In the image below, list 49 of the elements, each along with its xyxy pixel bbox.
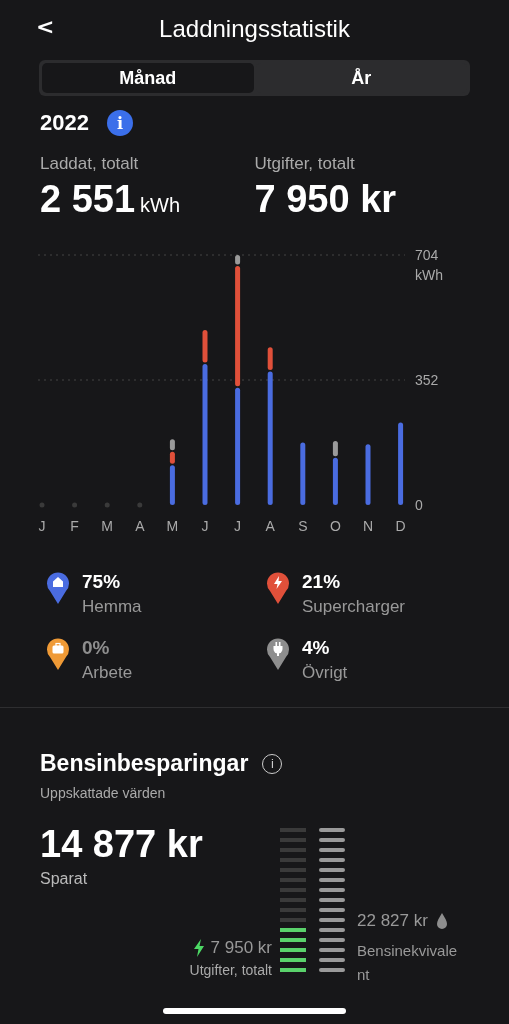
- month-label: M: [101, 518, 114, 534]
- fuel-value: 22 827 kr: [357, 911, 428, 931]
- axis-tick-label: 704: [415, 247, 439, 263]
- legend-label: Hemma: [82, 597, 142, 617]
- legend-label: Övrigt: [302, 663, 348, 683]
- info-button[interactable]: i: [106, 110, 133, 136]
- legend-label: Arbete: [82, 663, 133, 683]
- month-label: J: [234, 518, 242, 534]
- cost-value: 7 950 kr: [210, 938, 272, 958]
- empty-bar-dot: [137, 502, 143, 508]
- month-label: N: [362, 518, 374, 534]
- month-label: J: [38, 518, 46, 534]
- fuel-label: Bensinekvivalent: [357, 941, 459, 985]
- cost-label: Utgifter, totalt: [189, 962, 272, 978]
- legend-label: Supercharger: [302, 597, 405, 617]
- drop-icon: [435, 913, 448, 929]
- percent-value: 21%: [302, 571, 342, 593]
- empty-bar-dot: [39, 502, 45, 508]
- month-label: F: [70, 518, 79, 534]
- month-label: D: [395, 518, 406, 534]
- year-label: 2022: [40, 110, 89, 136]
- percent-value: 75%: [82, 571, 122, 593]
- total-label: Utgifter, totalt: [254, 154, 356, 174]
- empty-bar-dot: [72, 502, 78, 508]
- percent-value: 0%: [82, 637, 111, 659]
- bar-segment: [300, 442, 306, 505]
- saved-label: Sparat: [40, 870, 89, 888]
- saved-amount: 14 877 kr: [40, 823, 204, 866]
- month-label: S: [298, 518, 308, 534]
- axis-tick-label: 352: [415, 372, 439, 388]
- bolt-icon: [192, 939, 205, 957]
- month-label: A: [135, 518, 145, 534]
- total-value: 7 950 kr: [254, 178, 398, 221]
- page-title: Laddningsstatistik: [159, 15, 350, 43]
- section-title: Bensinbesparingar: [40, 750, 249, 777]
- axis-unit-label: kWh: [415, 267, 443, 283]
- section-subtitle: Uppskattade värden: [40, 785, 167, 801]
- tab[interactable]: Månad: [42, 63, 254, 93]
- back-button[interactable]: <: [36, 14, 55, 39]
- total-label: Laddat, totalt: [40, 154, 140, 174]
- month-label: A: [265, 518, 275, 534]
- month-label: O: [329, 518, 341, 534]
- percent-value: 4%: [302, 637, 331, 659]
- month-label: M: [166, 518, 179, 534]
- empty-bar-dot: [104, 502, 110, 508]
- total-value: 2 551 kWh: [40, 178, 182, 221]
- axis-tick-label: 0: [415, 497, 423, 513]
- month-label: J: [201, 518, 209, 534]
- bar-segment: [365, 444, 371, 505]
